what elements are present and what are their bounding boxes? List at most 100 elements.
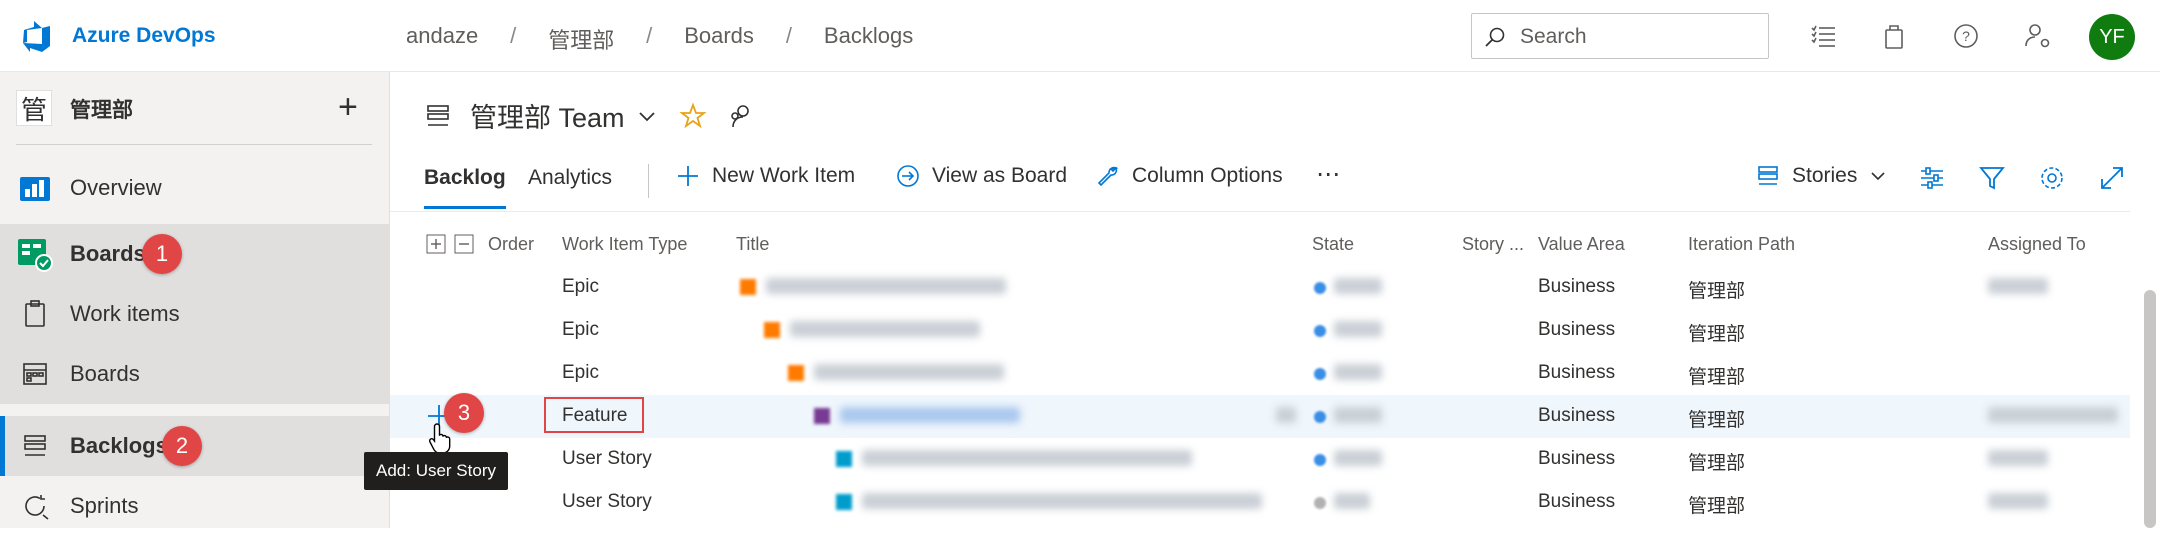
more-options-icon[interactable]: ⋯ <box>1316 160 1340 189</box>
filter-icon[interactable] <box>1978 164 2006 192</box>
sidebar-item-sprints[interactable]: Sprints <box>0 476 390 536</box>
help-icon[interactable]: ? <box>1950 20 1982 52</box>
sidebar-item-label: Boards <box>70 361 140 386</box>
chevron-down-icon <box>1871 172 1885 181</box>
column-header-story-points[interactable]: Story ... <box>1462 234 1524 255</box>
column-header-value-area[interactable]: Value Area <box>1538 234 1625 255</box>
more-options-icon[interactable] <box>1276 407 1296 423</box>
cell-iteration: 管理部 <box>1688 281 1746 302</box>
cell-assigned <box>1988 450 2048 466</box>
cell-title[interactable] <box>862 450 1192 466</box>
collapse-all-icon[interactable] <box>454 234 474 254</box>
breadcrumb-project[interactable]: 管理部 <box>548 23 614 55</box>
cell-iteration: 管理部 <box>1688 496 1746 517</box>
breadcrumb-org[interactable]: andaze <box>406 23 478 55</box>
view-as-board-button[interactable]: View as Board <box>896 164 1067 188</box>
cell-type: Epic <box>562 276 599 297</box>
cell-title[interactable] <box>766 278 1006 294</box>
tab-backlog[interactable]: Backlog <box>424 166 506 209</box>
breadcrumb-backlogs[interactable]: Backlogs <box>824 23 913 55</box>
breadcrumb-separator: / <box>510 23 517 48</box>
cell-title[interactable] <box>790 321 980 337</box>
svg-text:?: ? <box>1962 28 1970 44</box>
divider <box>648 164 649 198</box>
search-input[interactable]: Search <box>1471 13 1769 59</box>
breadcrumb: andaze / 管理部 / Boards / Backlogs <box>406 23 913 55</box>
backlog-level-dropdown[interactable]: Stories <box>1756 164 1899 188</box>
column-header-order[interactable]: Order <box>488 234 534 255</box>
cell-assigned <box>1988 407 2118 423</box>
annotation-badge-2: 2 <box>162 426 202 466</box>
sidebar-item-label: Work items <box>70 301 180 326</box>
feature-icon <box>814 408 830 424</box>
favorite-star-icon[interactable] <box>678 101 707 130</box>
column-header-assigned[interactable]: Assigned To <box>1988 234 2086 255</box>
search-placeholder: Search <box>1520 25 1587 48</box>
cell-title[interactable] <box>862 493 1262 509</box>
main-content: 管理部 Team Backlog Analytics New Work Item… <box>390 72 2160 528</box>
sidebar-item-label: Backlogs <box>70 433 168 458</box>
avatar[interactable]: YF <box>2089 14 2135 60</box>
user-story-icon <box>836 451 852 467</box>
app-name[interactable]: Azure DevOps <box>72 24 216 48</box>
user-story-icon <box>836 494 852 510</box>
state-dot <box>1314 325 1326 337</box>
project-name[interactable]: 管理部 <box>70 94 133 124</box>
column-header-state[interactable]: State <box>1312 234 1354 255</box>
sprints-icon <box>16 487 54 525</box>
cell-iteration: 管理部 <box>1688 453 1746 474</box>
new-work-item-button[interactable]: New Work Item <box>676 164 855 188</box>
cell-title[interactable] <box>814 364 1004 380</box>
breadcrumb-boards[interactable]: Boards <box>684 23 754 55</box>
table-row[interactable]: Epic Business 管理部 <box>390 309 2130 352</box>
sidebar-item-backlogs[interactable]: Backlogs 2 <box>0 416 390 476</box>
view-options-icon[interactable] <box>1918 164 1946 192</box>
cell-state <box>1334 364 1382 380</box>
column-header-iteration[interactable]: Iteration Path <box>1688 234 1795 255</box>
new-work-item-label: New Work Item <box>712 164 856 187</box>
column-header-type[interactable]: Work Item Type <box>562 234 687 255</box>
cell-iteration: 管理部 <box>1688 410 1746 431</box>
project-badge[interactable]: 管 <box>16 90 52 126</box>
column-header-title[interactable]: Title <box>736 234 769 255</box>
sidebar-item-boards-hub[interactable]: Boards 1 <box>0 224 390 284</box>
fullscreen-icon[interactable] <box>2098 164 2126 192</box>
scrollbar-thumb[interactable] <box>2144 290 2156 528</box>
team-members-icon[interactable] <box>727 102 755 130</box>
cell-title[interactable] <box>840 407 1020 423</box>
wrench-icon <box>1097 166 1119 187</box>
table-row[interactable]: Epic Business 管理部 <box>390 266 2130 309</box>
table-row[interactable]: User Story Business 管理部 <box>390 438 2130 481</box>
task-list-icon[interactable] <box>1808 20 1840 52</box>
azure-devops-logo-icon[interactable] <box>20 18 56 54</box>
sidebar: 管 管理部 + Overview Boards 1 Work items Boa… <box>0 72 390 528</box>
search-icon <box>1485 27 1505 47</box>
marketplace-bag-icon[interactable] <box>1878 20 1910 52</box>
column-options-button[interactable]: Column Options <box>1096 164 1283 188</box>
backlogs-icon <box>16 427 54 465</box>
boards-hub-icon <box>16 235 54 273</box>
sidebar-item-boards[interactable]: Boards <box>0 344 390 404</box>
team-header: 管理部 Team <box>424 96 755 135</box>
sidebar-item-work-items[interactable]: Work items <box>0 284 390 344</box>
expand-all-icon[interactable] <box>426 234 446 254</box>
cell-value-area: Business <box>1538 405 1616 426</box>
tab-analytics[interactable]: Analytics <box>528 166 612 190</box>
team-title[interactable]: 管理部 Team <box>470 96 625 135</box>
plus-icon <box>678 166 698 186</box>
cell-type: Feature <box>562 405 628 426</box>
chevron-down-icon[interactable] <box>637 106 657 126</box>
table-row[interactable]: 3 Feature Business 管理部 <box>390 393 2130 438</box>
gear-icon[interactable] <box>2038 164 2066 192</box>
table-row[interactable]: Epic Business 管理部 <box>390 352 2130 395</box>
backlog-team-icon <box>427 104 449 126</box>
view-as-board-label: View as Board <box>932 164 1068 187</box>
sidebar-item-label: Sprints <box>70 493 139 518</box>
annotation-badge-1: 1 <box>142 234 182 274</box>
user-settings-icon[interactable] <box>2022 20 2054 52</box>
sidebar-item-overview[interactable]: Overview <box>0 158 390 218</box>
tooltip: Add: User Story <box>364 452 508 490</box>
cell-value-area: Business <box>1538 448 1616 469</box>
table-row[interactable]: User Story Business 管理部 <box>390 481 2130 524</box>
add-icon[interactable]: + <box>338 90 358 124</box>
